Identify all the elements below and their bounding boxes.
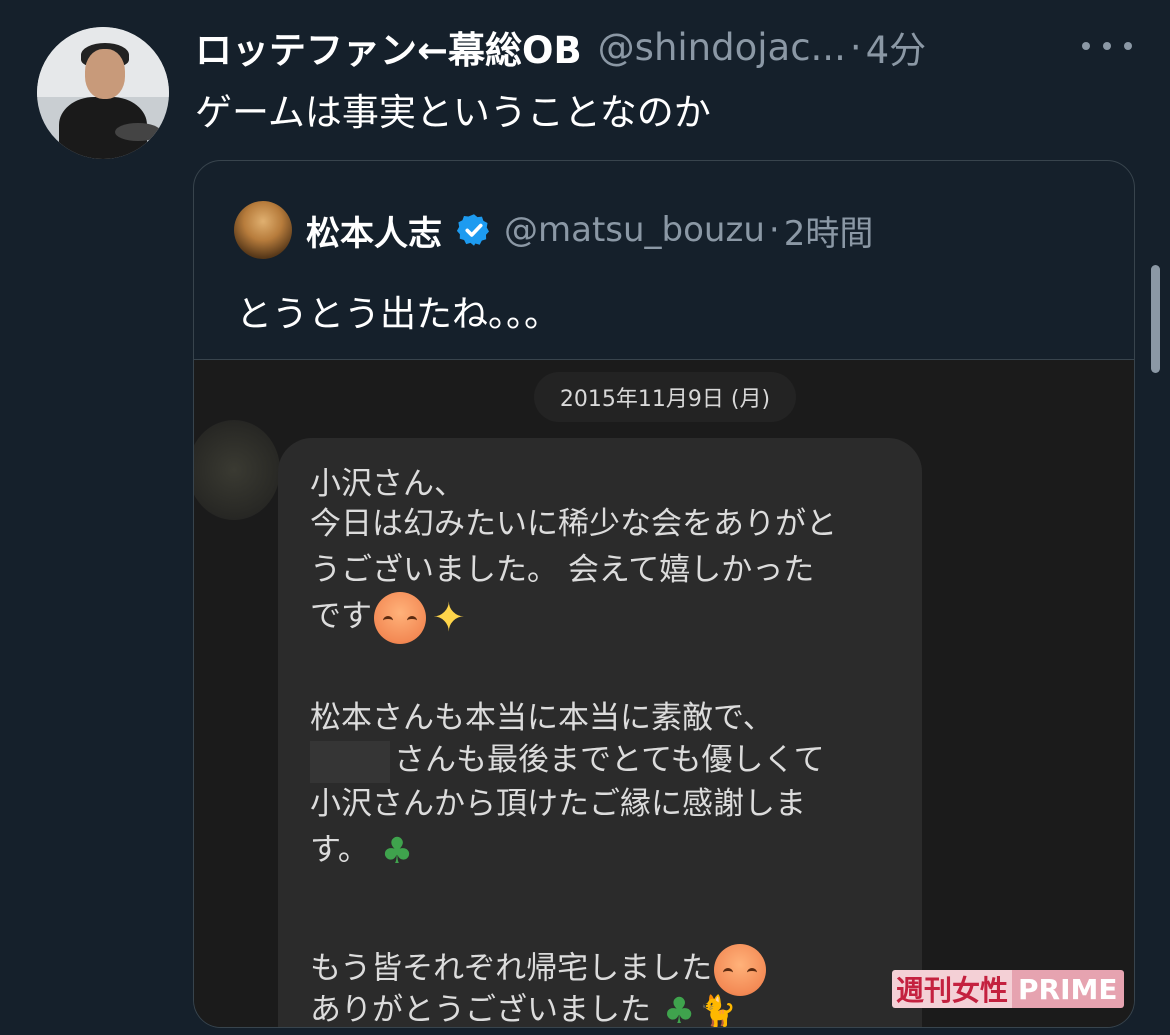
message-line: 今日は幻みたいに稀少な会をありがと <box>310 506 837 542</box>
four-leaf-clover-icon: ♣ <box>663 990 696 1028</box>
quoted-handle[interactable]: @matsu_bouzu <box>504 210 765 250</box>
message-line-text: ありがとうございました <box>310 992 651 1028</box>
watermark-text-b: PRIME <box>1012 970 1124 1008</box>
smiling-face-icon <box>714 944 767 996</box>
tweet-text: ゲームは事実ということなのか <box>195 91 711 134</box>
message-line: です ✦ <box>310 592 950 644</box>
scrollbar[interactable] <box>1151 265 1160 373</box>
sparkles-icon: ✦ <box>432 595 466 641</box>
message-line: さんも最後までとても優しくて <box>310 740 950 783</box>
cat-icon: 🐈 <box>699 993 737 1028</box>
message-line: ありがとうございました ♣ 🐈 <box>310 990 950 1028</box>
message-line: もう皆それぞれ帰宅しました <box>310 944 950 996</box>
quoted-separator: · <box>768 210 780 250</box>
quoted-text: とうとう出たね。。。 <box>236 294 561 335</box>
tweet-header: ロッテファン←幕総OB @shindojac... · 4分 <box>195 20 927 74</box>
four-leaf-clover-icon: ♣ <box>380 830 414 872</box>
message-line-text: もう皆それぞれ帰宅しました <box>310 950 713 987</box>
watermark: 週刊女性 PRIME <box>892 970 1124 1008</box>
redacted-name <box>310 740 390 783</box>
message-line: す。 ♣ <box>310 830 950 872</box>
quoted-display-name[interactable]: 松本人志 <box>306 206 442 255</box>
blurred-avatar <box>194 420 280 520</box>
timestamp[interactable]: 4分 <box>866 20 927 74</box>
watermark-text-a: 週刊女性 <box>892 970 1013 1008</box>
date-label: 2015年11月9日 (月) <box>534 372 796 422</box>
message-line-text: さんも最後までとても優しくて <box>394 742 825 778</box>
user-handle[interactable]: @shindojac... <box>598 26 846 69</box>
message-line-text: す。 <box>310 832 369 868</box>
quoted-avatar[interactable] <box>234 201 292 259</box>
avatar[interactable] <box>37 27 169 159</box>
smiling-face-icon <box>374 592 426 644</box>
quoted-header: 松本人志 @matsu_bouzu · 2時間 <box>306 205 873 255</box>
message-line: 小沢さん、 <box>310 466 465 502</box>
quoted-tweet[interactable]: 松本人志 @matsu_bouzu · 2時間 とうとう出たね。。。 2015年… <box>193 160 1135 1028</box>
more-icon[interactable] <box>1082 30 1132 62</box>
separator-dot: · <box>849 25 862 69</box>
verified-badge-icon <box>456 214 489 246</box>
quoted-image[interactable]: 2015年11月9日 (月) 小沢さん、 今日は幻みたいに稀少な会をありがと う… <box>194 359 1134 1028</box>
message-line: 小沢さんから頂けたご縁に感謝しま <box>310 786 806 822</box>
message-line: うございました。 会えて嬉しかった <box>310 552 815 588</box>
message-line-text: です <box>310 598 372 635</box>
quoted-timestamp[interactable]: 2時間 <box>784 206 874 255</box>
display-name[interactable]: ロッテファン←幕総OB <box>195 20 582 74</box>
message-line: 松本さんも本当に本当に素敵で、 <box>310 700 774 736</box>
